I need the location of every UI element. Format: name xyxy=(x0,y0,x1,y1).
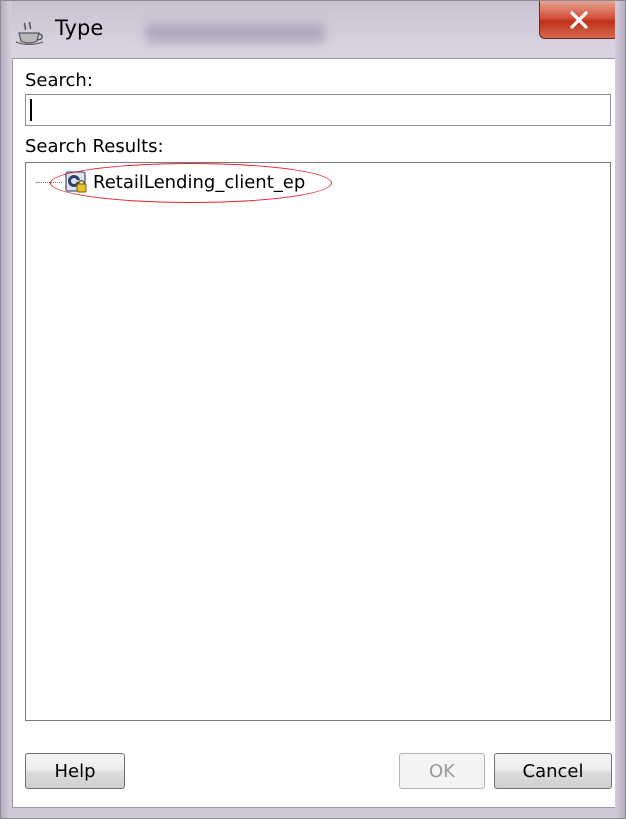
ok-button[interactable]: OK xyxy=(399,753,485,789)
search-input[interactable] xyxy=(25,94,611,126)
title-bar[interactable]: Type xyxy=(1,1,625,57)
type-dialog: Type Search: Search Results: RetailLendi… xyxy=(0,0,626,819)
text-caret xyxy=(30,99,32,121)
dialog-body: Search: Search Results: RetailLending_cl… xyxy=(12,58,616,808)
title-blur xyxy=(145,23,325,43)
search-results-label: Search Results: xyxy=(25,136,164,157)
close-icon xyxy=(570,10,588,29)
service-endpoint-icon xyxy=(65,171,87,193)
search-label: Search: xyxy=(25,70,93,91)
tree-node[interactable]: RetailLending_client_ep xyxy=(36,167,305,197)
tree-node-label: RetailLending_client_ep xyxy=(93,171,306,193)
close-button[interactable] xyxy=(539,1,619,39)
search-results-tree[interactable]: RetailLending_client_ep xyxy=(25,162,611,721)
window-title: Type xyxy=(55,16,104,40)
coffee-cup-icon xyxy=(15,21,44,45)
help-button[interactable]: Help xyxy=(25,753,125,789)
cancel-button[interactable]: Cancel xyxy=(494,753,612,789)
tree-connector xyxy=(36,181,62,183)
